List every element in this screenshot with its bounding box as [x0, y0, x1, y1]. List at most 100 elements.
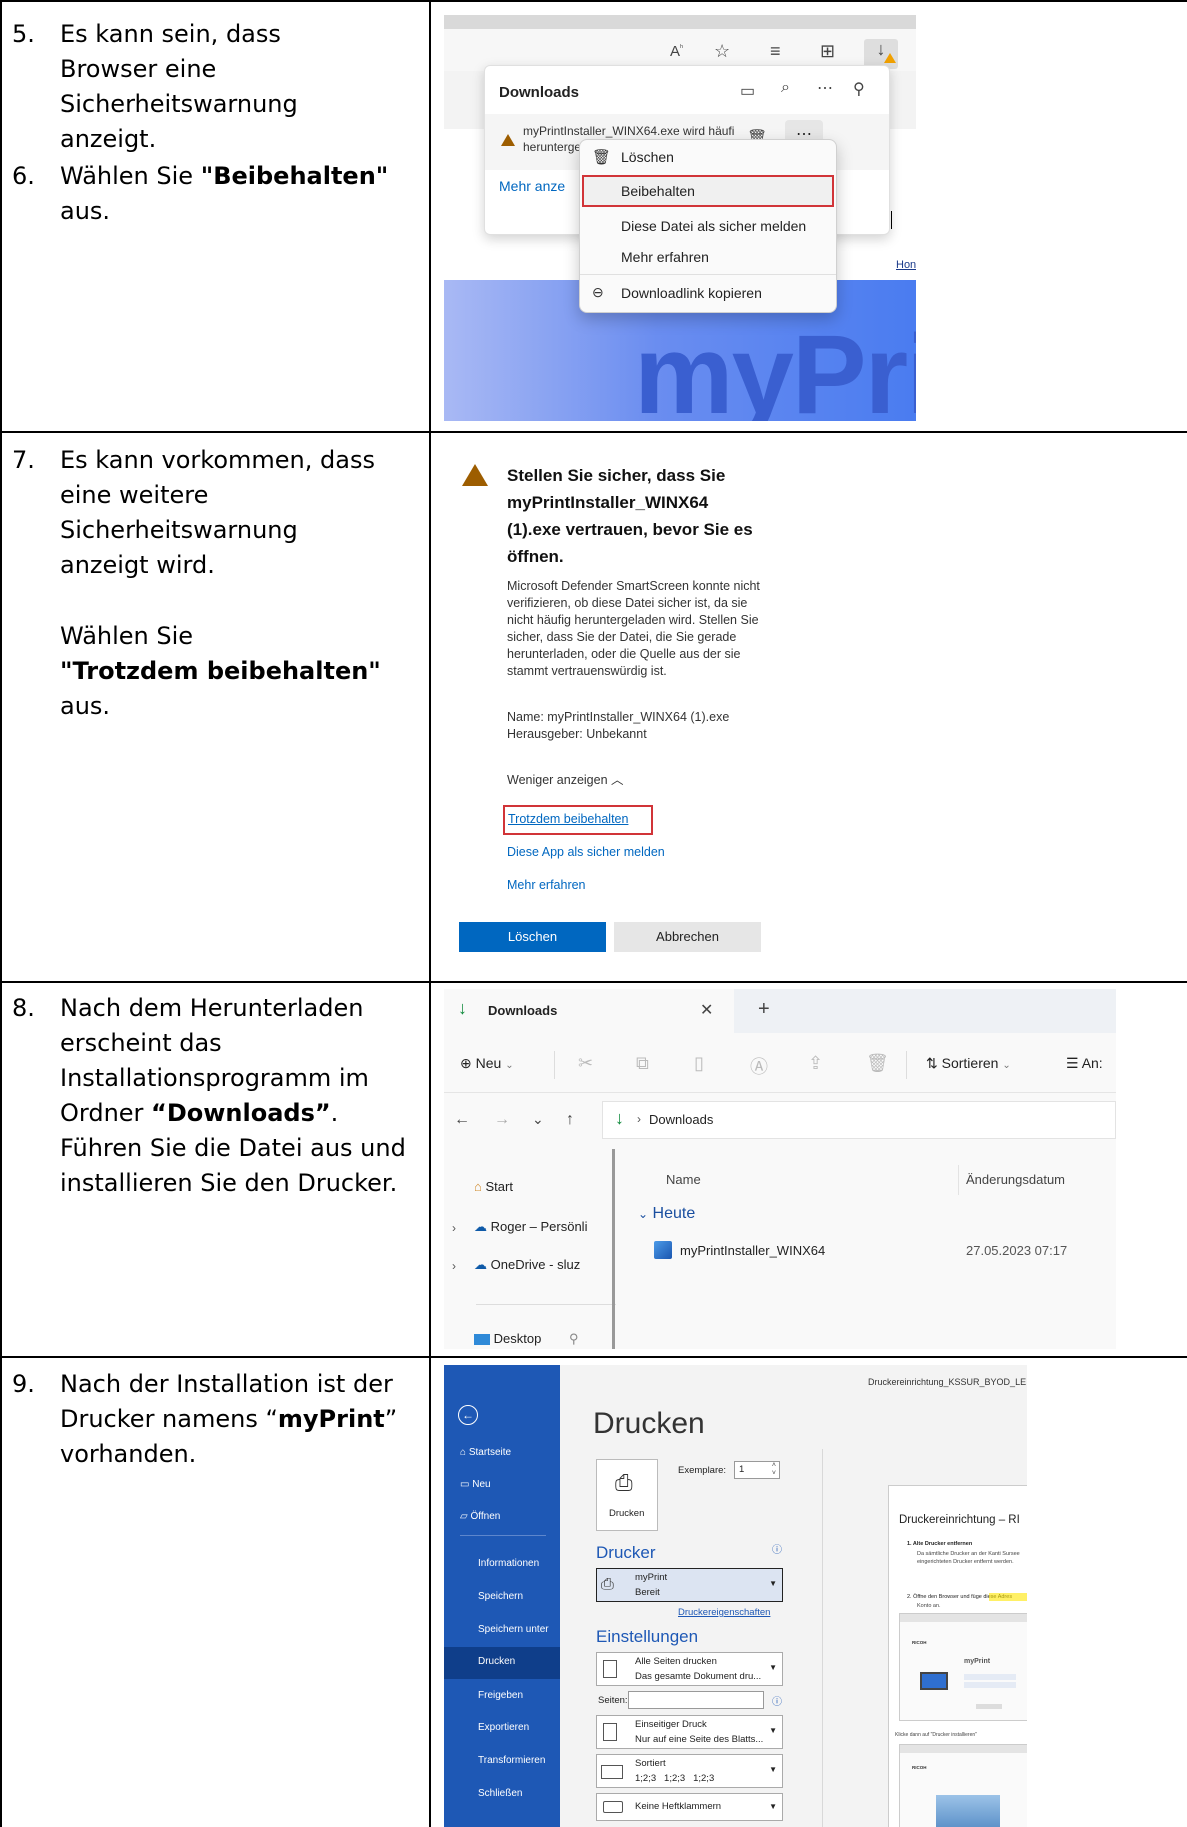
- nav-close[interactable]: Schließen: [478, 1788, 522, 1799]
- duplex-select[interactable]: Einseitiger Druck Nur auf eine Seite des…: [596, 1715, 783, 1749]
- menu-item-report-safe[interactable]: Diese Datei als sicher melden: [621, 218, 806, 234]
- collate-select[interactable]: Sortiert 1;2;3 1;2;3 1;2;3 ▼: [596, 1754, 783, 1788]
- delete-icon[interactable]: 🗑: [866, 1053, 889, 1074]
- one-sided-icon: [603, 1723, 617, 1741]
- folder-icon: ▱: [460, 1511, 468, 1522]
- collections-icon[interactable]: ⊞: [820, 41, 835, 62]
- background-link[interactable]: Hon: [896, 259, 916, 271]
- paste-icon[interactable]: ▯: [694, 1053, 704, 1074]
- file-name-line: Name: myPrintInstaller_WINX64 (1).exe: [507, 710, 730, 724]
- nav-onedrive-personal[interactable]: ☁ Roger – Persönli: [474, 1219, 587, 1235]
- laptop-icon: [920, 1672, 948, 1690]
- pin-icon: ⚲: [568, 1331, 579, 1346]
- staple-select[interactable]: Keine Heftklammern ▼: [596, 1793, 783, 1821]
- view-button[interactable]: ☰ An:: [1066, 1055, 1103, 1072]
- back-icon[interactable]: ←: [458, 1405, 478, 1425]
- menu-item-learn-more[interactable]: Mehr erfahren: [621, 249, 709, 265]
- pin-icon[interactable]: ⚲: [853, 79, 865, 99]
- nav-print[interactable]: Drucken: [444, 1647, 560, 1679]
- nav-export[interactable]: Exportieren: [478, 1722, 529, 1733]
- file-row[interactable]: myPrintInstaller_WINX64 27.05.2023 07:17: [654, 1237, 1116, 1267]
- address-bar[interactable]: ↓ › Downloads: [602, 1101, 1116, 1139]
- show-more-link[interactable]: Mehr anze: [499, 178, 565, 194]
- sort-button[interactable]: ⇅ Sortieren ⌄: [926, 1055, 1011, 1072]
- pages-input[interactable]: [628, 1691, 764, 1709]
- dropdown-icon: ▼: [769, 1765, 777, 1774]
- link-icon: ⊖: [592, 284, 604, 300]
- step-text: Es kann sein, dass Browser eine Sicherhe…: [60, 20, 298, 153]
- group-header[interactable]: ⌄ Heute: [638, 1205, 695, 1223]
- column-header-date[interactable]: Änderungsdatum: [966, 1172, 1065, 1187]
- delete-button[interactable]: Löschen: [459, 922, 606, 952]
- step-number: 6.: [12, 162, 35, 190]
- open-folder-icon[interactable]: ▭: [740, 81, 755, 101]
- cancel-button[interactable]: Abbrechen: [614, 922, 761, 952]
- collate-icon: [601, 1765, 623, 1779]
- breadcrumb[interactable]: Downloads: [649, 1112, 713, 1127]
- expand-chevron-icon[interactable]: ›: [452, 1221, 456, 1235]
- preview-logo: RICOH: [912, 1640, 927, 1645]
- info-icon[interactable]: ⓘ: [772, 1541, 782, 1556]
- nav-transform[interactable]: Transformieren: [478, 1755, 545, 1766]
- nav-desktop[interactable]: Desktop ⚲: [474, 1331, 578, 1347]
- new-button[interactable]: ⊕ Neu ⌄: [460, 1055, 514, 1072]
- step-number: 8.: [12, 994, 35, 1022]
- printer-properties-link[interactable]: Druckereigenschaften: [678, 1607, 770, 1618]
- explorer-tab[interactable]: ↓ Downloads ✕: [444, 989, 734, 1033]
- cut-icon[interactable]: ✂: [578, 1053, 593, 1074]
- pages-label: Seiten:: [598, 1695, 628, 1706]
- nav-info[interactable]: Informationen: [478, 1558, 539, 1569]
- recent-chevron-icon[interactable]: ⌄: [532, 1111, 544, 1128]
- forward-icon[interactable]: →: [494, 1111, 510, 1129]
- copies-input[interactable]: 1 ˄ ˅: [734, 1461, 780, 1479]
- print-button[interactable]: ⎙ Drucken: [596, 1459, 658, 1531]
- printer-select[interactable]: ⎙ myPrint Bereit ▼: [596, 1568, 783, 1602]
- keep-anyway-link[interactable]: Trotzdem beibehalten: [503, 805, 653, 835]
- nav-scrollbar[interactable]: [612, 1149, 615, 1349]
- learn-more-link[interactable]: Mehr erfahren: [507, 878, 586, 892]
- back-icon[interactable]: ←: [454, 1111, 470, 1129]
- info-icon[interactable]: ⓘ: [772, 1693, 782, 1708]
- menu-item-delete[interactable]: Löschen: [621, 149, 674, 165]
- pages-range-select[interactable]: Alle Seiten drucken Das gesamte Dokument…: [596, 1652, 783, 1686]
- spinner-icon[interactable]: ˄ ˅: [772, 1462, 776, 1478]
- nav-share[interactable]: Freigeben: [478, 1690, 523, 1701]
- new-tab-icon[interactable]: +: [758, 998, 770, 1021]
- nav-home[interactable]: ⌂ Startseite: [460, 1447, 511, 1458]
- read-aloud-icon[interactable]: Aʰ: [670, 43, 683, 60]
- nav-new[interactable]: ▭ Neu: [460, 1479, 491, 1490]
- table-row-divider-1: [0, 431, 1187, 433]
- search-icon[interactable]: ⌕: [781, 79, 790, 97]
- copy-icon[interactable]: ⧉: [636, 1053, 649, 1074]
- nav-start[interactable]: ⌂ Start: [474, 1179, 513, 1194]
- step-8: 8. Nach dem Herunterladen erscheint das …: [12, 991, 412, 1291]
- table-row-divider-3: [0, 1356, 1187, 1358]
- up-icon[interactable]: ↑: [566, 1111, 574, 1129]
- close-icon[interactable]: ✕: [700, 1000, 713, 1020]
- menu-item-keep[interactable]: Beibehalten: [582, 175, 834, 207]
- warning-icon: [462, 464, 488, 486]
- new-doc-icon: ▭: [460, 1479, 470, 1490]
- more-icon[interactable]: ⋯: [817, 78, 833, 98]
- menu-item-copy-link[interactable]: Downloadlink kopieren: [621, 285, 762, 301]
- nav-print-label: Drucken: [478, 1656, 516, 1667]
- printer-name: myPrint: [635, 1572, 668, 1583]
- favorites-icon[interactable]: ≡: [770, 41, 781, 62]
- expand-chevron-icon[interactable]: ›: [452, 1259, 456, 1273]
- share-icon[interactable]: ⇪: [808, 1053, 823, 1074]
- favorite-add-icon[interactable]: ☆: [714, 41, 730, 62]
- step-number: 7.: [12, 446, 35, 474]
- rename-icon[interactable]: Ⓐ: [750, 1053, 768, 1079]
- column-header-name[interactable]: Name: [666, 1172, 701, 1187]
- download-file-text: myPrintInstaller_WINX64.exe wird häufi: [523, 124, 735, 138]
- nav-save-as[interactable]: Speichern unter: [478, 1624, 549, 1635]
- report-safe-link[interactable]: Diese App als sicher melden: [507, 845, 665, 859]
- nav-onedrive-org[interactable]: ☁ OneDrive - sluz: [474, 1257, 580, 1273]
- copies-label: Exemplare:: [678, 1465, 727, 1476]
- nav-save[interactable]: Speichern: [478, 1591, 523, 1602]
- settings-heading: Einstellungen: [596, 1627, 699, 1646]
- screenshot-smartscreen-warning: Stellen Sie sicher, dass Sie myPrintInst…: [444, 442, 784, 962]
- nav-open[interactable]: ▱ Öffnen: [460, 1511, 500, 1522]
- show-less-toggle[interactable]: Weniger anzeigen ︿: [507, 769, 624, 788]
- step-text: Wählen Sie "Trotzdem beibehalten" aus.: [60, 622, 381, 720]
